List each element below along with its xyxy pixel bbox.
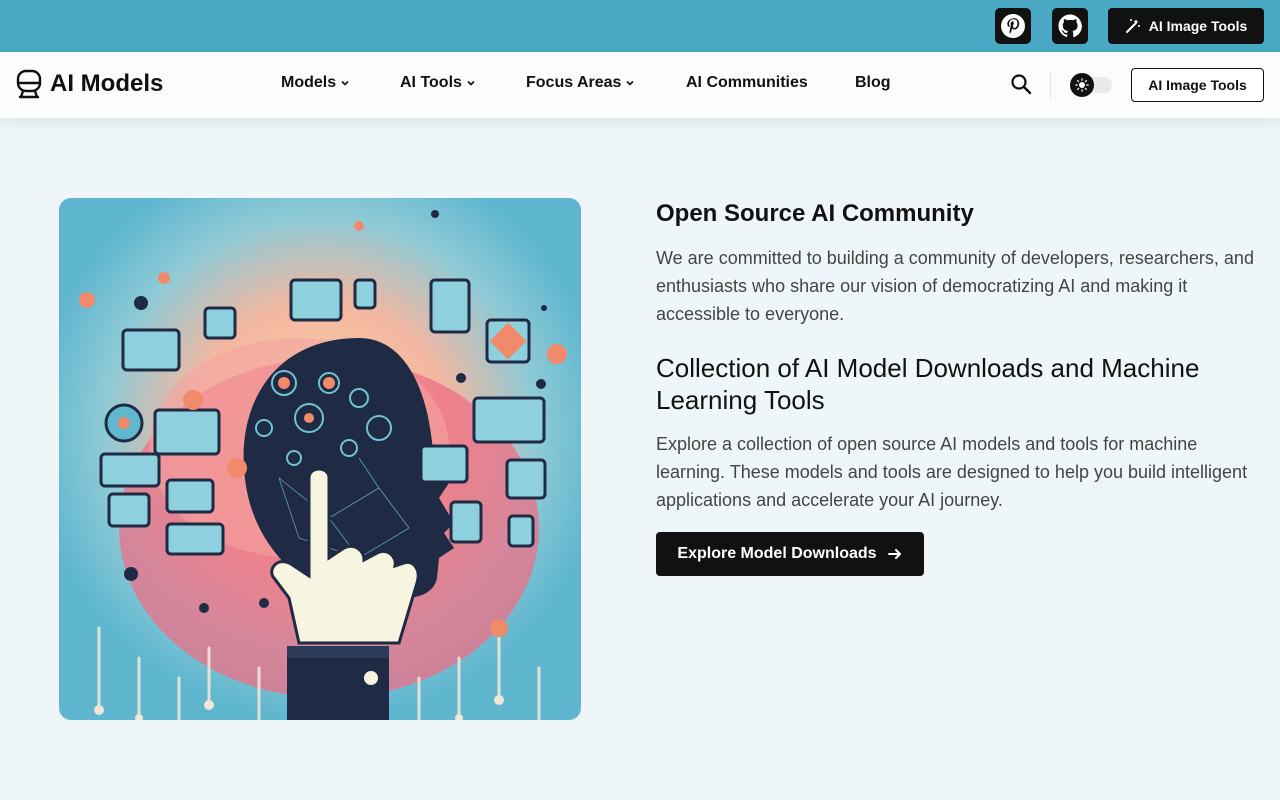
explore-model-downloads-button[interactable]: Explore Model Downloads — [656, 532, 924, 576]
ai-head-illustration — [59, 198, 581, 720]
nav-item-label: AI Communities — [686, 74, 808, 91]
nav-item-label: AI Tools — [400, 74, 462, 91]
section-text-collection: Explore a collection of open source AI m… — [656, 434, 1248, 510]
chevron-down-icon — [467, 80, 475, 86]
ai-image-tools-nav-label: AI Image Tools — [1148, 77, 1247, 93]
logo[interactable]: AI Models — [16, 69, 163, 99]
cta-label: Explore Model Downloads — [677, 545, 877, 562]
logo-text: AI Models — [50, 70, 164, 97]
ai-image-tools-nav-button[interactable]: AI Image Tools — [1131, 68, 1264, 102]
toggle-knob — [1070, 73, 1094, 97]
magic-wand-icon — [1125, 19, 1140, 33]
nav-item-focus-areas[interactable]: Focus Areas — [526, 74, 635, 92]
nav-item-label: Blog — [855, 74, 891, 91]
hero-text-column: Open Source AI Community We are committe… — [656, 198, 1266, 576]
github-icon — [1058, 14, 1082, 38]
main-nav: AI Models Models AI Tools Focus Areas AI… — [0, 52, 1280, 118]
ai-image-tools-top-label: AI Image Tools — [1148, 18, 1248, 34]
pinterest-icon — [1001, 14, 1025, 38]
pinterest-link[interactable] — [995, 8, 1031, 44]
hero-illustration — [59, 198, 581, 720]
top-bar: AI Image Tools — [0, 0, 1280, 52]
nav-divider — [1050, 71, 1051, 99]
ai-image-tools-top-button[interactable]: AI Image Tools — [1108, 8, 1264, 44]
chevron-down-icon — [341, 80, 349, 86]
search-icon[interactable] — [1009, 72, 1033, 96]
chevron-down-icon — [626, 80, 635, 86]
nav-item-ai-communities[interactable]: AI Communities — [686, 74, 808, 92]
github-link[interactable] — [1052, 8, 1088, 44]
section-title-community: Open Source AI Community — [656, 200, 974, 227]
nav-item-blog[interactable]: Blog — [855, 74, 891, 92]
sun-icon — [1075, 78, 1089, 92]
robot-logo-icon — [16, 69, 42, 99]
section-text-community: We are committed to building a community… — [656, 248, 1254, 324]
nav-item-label: Focus Areas — [526, 74, 622, 91]
nav-item-models[interactable]: Models — [281, 74, 350, 92]
nav-item-ai-tools[interactable]: AI Tools — [400, 74, 476, 92]
section-title-collection: Collection of AI Model Downloads and Mac… — [656, 353, 1200, 415]
theme-toggle[interactable] — [1070, 73, 1112, 97]
nav-item-label: Models — [281, 74, 337, 91]
arrow-right-icon — [887, 549, 901, 559]
